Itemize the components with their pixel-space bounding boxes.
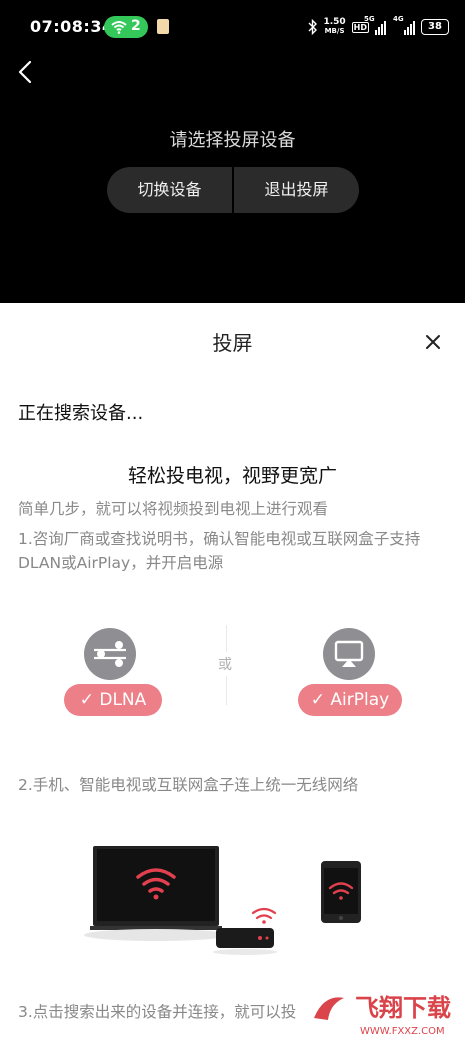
status-bar: 07:08:34 2 1.50 MB/S HD 5G 4G 38 [0, 0, 465, 56]
box-wifi-icon [251, 907, 277, 924]
status-right-group: 1.50 MB/S HD 5G 4G 38 [308, 14, 449, 40]
hotspot-count: 2 [131, 18, 141, 34]
hotspot-badge: 2 [104, 16, 148, 38]
net-speed-value: 1.50 [323, 17, 346, 27]
status-time: 07:08:34 [30, 17, 114, 36]
watermark-url: WWW.FXXZ.COM [360, 1026, 445, 1037]
cast-bottom-sheet: 投屏 正在搜索设备... 轻松投电视，视野更宽广 简单几步，就可以将视频投到电视… [0, 303, 465, 1040]
watermark-logo: 飞翔下载 WWW.FXXZ.COM [304, 986, 451, 1037]
guide-step-1: 1.咨询厂商或查找说明书，确认智能电视或互联网盒子支持DLAN或AirPlay，… [18, 530, 421, 572]
watermark-text: 飞翔下载 [355, 994, 451, 1022]
net-speed-unit: MB/S [324, 27, 345, 35]
guide-headline: 轻松投电视，视野更宽广 [127, 465, 337, 487]
guide-subtitle: 简单几步，就可以将视频投到电视上进行观看 [18, 500, 329, 518]
signal-sim1-icon: 5G [364, 15, 386, 35]
cast-prompt: 请选择投屏设备 [169, 130, 296, 151]
sheet-title: 投屏 [212, 331, 253, 355]
sim2-network-tag: 4G [393, 15, 404, 23]
cast-action-group: 切换设备 退出投屏 [107, 167, 359, 213]
airplay-icon [323, 628, 375, 680]
close-icon[interactable] [422, 331, 444, 353]
dlna-icon [84, 628, 136, 680]
switch-device-button[interactable]: 切换设备 [107, 167, 232, 213]
or-label: 或 [218, 652, 232, 676]
sim1-network-tag: 5G [364, 15, 375, 23]
dlna-chip: ✓ DLNA [64, 684, 162, 716]
guide-step-2: 2.手机、智能电视或互联网盒子连上统一无线网络 [18, 776, 359, 794]
hd-badge: HD [351, 21, 369, 33]
battery-level: 38 [428, 21, 442, 32]
back-arrow-icon[interactable] [14, 58, 38, 86]
tv-wifi-illustration [84, 846, 361, 955]
notification-app-icon [157, 19, 169, 34]
battery-icon: 38 [421, 19, 449, 35]
signal-sim2-icon: 4G [393, 15, 415, 35]
guide-step-3: 3.点击搜索出来的设备并连接，就可以投 [18, 1003, 297, 1021]
wifi-icon [111, 21, 127, 34]
searching-status: 正在搜索设备... [18, 403, 144, 424]
net-speed: 1.50 MB/S [323, 18, 345, 36]
cast-control-panel: 07:08:34 2 1.50 MB/S HD 5G 4G 38 请选择投屏设备… [0, 0, 465, 303]
bluetooth-icon [308, 19, 318, 35]
exit-cast-button[interactable]: 退出投屏 [234, 167, 359, 213]
airplay-chip: ✓ AirPlay [298, 684, 402, 716]
